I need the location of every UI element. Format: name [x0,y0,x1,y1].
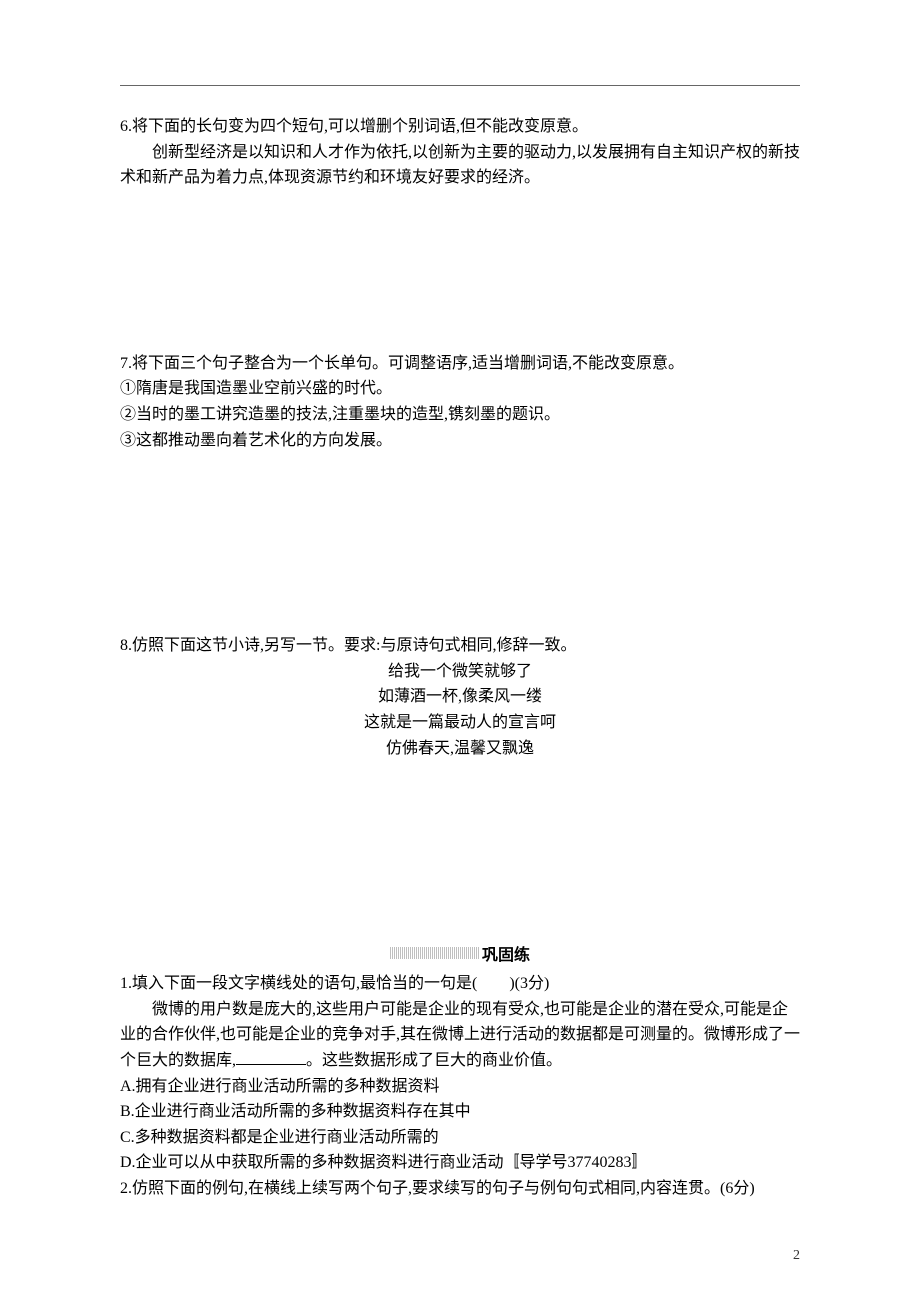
p2-prompt: 2.仿照下面的例句,在横线上续写两个句子,要求续写的句子与例句句式相同,内容连贯… [120,1176,800,1202]
q6-body: 创新型经济是以知识和人才作为依托,以创新为主要的驱动力,以发展拥有自主知识产权的… [120,140,800,191]
p1-body-b: 。这些数据形成了巨大的商业价值。 [306,1052,562,1069]
poem-line-4: 仿佛春天,温馨又飘逸 [120,736,800,762]
p1-body: 微博的用户数是庞大的,这些用户可能是企业的现有受众,也可能是企业的潜在受众,可能… [120,997,800,1074]
top-rule [120,85,800,86]
poem-line-2: 如薄酒一杯,像柔风一缕 [120,684,800,710]
answer-space-q8 [120,761,800,941]
p1-option-a[interactable]: A.拥有企业进行商业活动所需的多种数据资料 [120,1074,800,1100]
q6-prompt: 6.将下面的长句变为四个短句,可以增删个别词语,但不能改变原意。 [120,114,800,140]
section-header: 巩固练 [120,941,800,965]
q7-item-3: ③这都推动墨向着艺术化的方向发展。 [120,428,800,454]
q8-prompt: 8.仿照下面这节小诗,另写一节。要求:与原诗句式相同,修辞一致。 [120,633,800,659]
poem-line-1: 给我一个微笑就够了 [120,659,800,685]
answer-space-q6 [120,191,800,351]
q7-item-2: ②当时的墨工讲究造墨的技法,注重墨块的造型,镌刻墨的题识。 [120,402,800,428]
document-page: 6.将下面的长句变为四个短句,可以增删个别词语,但不能改变原意。 创新型经济是以… [0,0,920,1302]
q7-item-1: ①隋唐是我国造墨业空前兴盛的时代。 [120,376,800,402]
fill-blank[interactable] [236,1048,306,1065]
p1-option-c[interactable]: C.多种数据资料都是企业进行商业活动所需的 [120,1125,800,1151]
section-title: 巩固练 [482,941,530,965]
p1-prompt: 1.填入下面一段文字横线处的语句,最恰当的一句是( )(3分) [120,971,800,997]
p1-option-d[interactable]: D.企业可以从中获取所需的多种数据资料进行商业活动〚导学号37740283〛 [120,1150,800,1176]
q8-poem: 给我一个微笑就够了 如薄酒一杯,像柔风一缕 这就是一篇最动人的宣言呵 仿佛春天,… [120,659,800,761]
answer-space-q7 [120,453,800,633]
page-number: 2 [793,1248,800,1264]
q7-prompt: 7.将下面三个句子整合为一个长单句。可调整语序,适当增删词语,不能改变原意。 [120,351,800,377]
p1-option-b[interactable]: B.企业进行商业活动所需的多种数据资料存在其中 [120,1099,800,1125]
poem-line-3: 这就是一篇最动人的宣言呵 [120,710,800,736]
hatch-decoration-icon [390,947,480,959]
